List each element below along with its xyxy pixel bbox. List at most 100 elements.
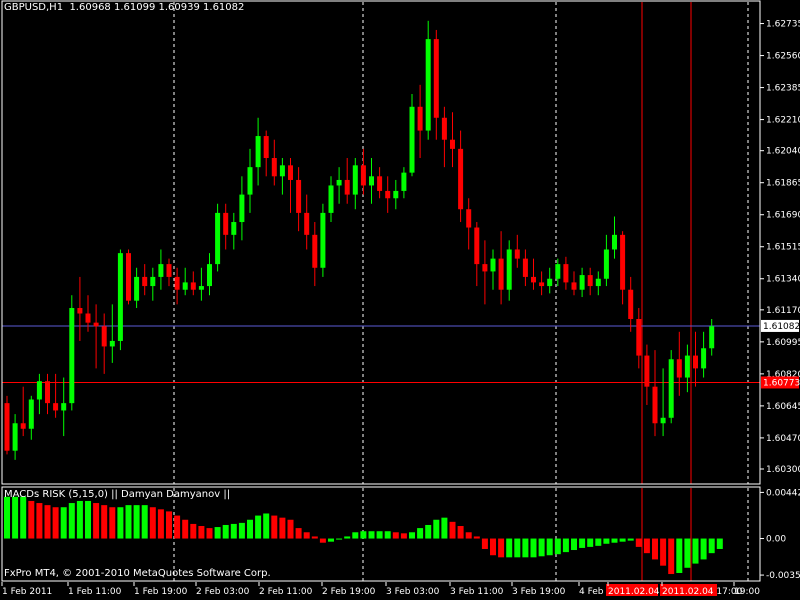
candle-body (587, 275, 593, 287)
price-tick-label: 1.60300 (766, 465, 800, 475)
price-tick-label: 1.61865 (766, 179, 800, 189)
time-label: 1 Feb 11:00 (68, 587, 122, 597)
macd-bar (700, 538, 707, 560)
candle-body (263, 136, 269, 159)
candle-body (693, 355, 698, 369)
macd-bar (328, 538, 334, 542)
candle-body (150, 276, 156, 287)
candle-body (668, 359, 674, 418)
candle-body (20, 423, 26, 429)
macd-bar (441, 517, 448, 539)
macd-bar (271, 515, 278, 539)
macd-bar (36, 503, 43, 539)
macd-bar (230, 523, 237, 539)
candle-body (514, 249, 520, 259)
candle-body (401, 172, 407, 191)
candle-body (522, 258, 528, 277)
macd-bar (214, 527, 221, 539)
price-tick-label: 1.62210 (766, 116, 800, 126)
macd-bar (425, 524, 432, 539)
candle-body (215, 212, 221, 265)
candle-body (12, 423, 18, 451)
macd-bar (619, 538, 626, 542)
macd-bar (190, 523, 197, 539)
macd-bar (303, 532, 310, 539)
candle-body (676, 359, 682, 378)
macd-bar (473, 536, 480, 539)
macd-bar (352, 532, 359, 539)
candle-body (53, 403, 59, 411)
macd-bar (546, 538, 553, 556)
candle-body (612, 234, 617, 250)
macd-bar (360, 531, 367, 539)
macd-bar (4, 496, 10, 539)
macd-tick-label: 0.00442 (766, 488, 800, 498)
time-label: 3 Feb 11:00 (450, 587, 504, 597)
candle-body (684, 355, 690, 378)
candle-body (182, 282, 188, 290)
macd-bar (247, 519, 253, 539)
candle-body (369, 176, 374, 186)
candle-body (45, 381, 50, 404)
candle-body (595, 278, 601, 287)
candle-body (85, 313, 91, 323)
time-label: 2 Feb 19:00 (322, 587, 376, 597)
candle-body (231, 222, 237, 235)
candle-body (417, 106, 423, 131)
macd-bar (295, 528, 302, 539)
macd-bar (263, 513, 270, 539)
candle-body (360, 165, 366, 186)
macd-bar (336, 538, 343, 540)
candle-body (409, 106, 415, 173)
macd-bar (206, 528, 213, 539)
price-tick-label: 1.61515 (766, 243, 800, 253)
candle-body (450, 139, 455, 149)
macd-bar (490, 538, 496, 556)
macd-bar (587, 538, 594, 547)
time-label: 1 Feb 19:00 (134, 587, 188, 597)
time-label: 19:00 (734, 587, 760, 597)
candle-body (539, 282, 545, 287)
candle-body (603, 249, 609, 279)
macd-bar (392, 532, 399, 539)
candle-body (652, 386, 658, 424)
macd-bar (76, 500, 83, 539)
macd-bar (384, 531, 391, 539)
candle-body (547, 278, 553, 287)
macd-title: MACDs RISK (5,15,0) || Damyan Damyanov |… (4, 489, 231, 500)
macd-bar (85, 500, 91, 539)
candle-body (660, 417, 666, 424)
time-label: 2 Feb 03:00 (196, 587, 250, 597)
price-tick-label: 1.62040 (766, 147, 800, 157)
macd-bar (238, 522, 245, 539)
macd-bar (530, 538, 537, 558)
candle-body (636, 318, 642, 356)
macd-bar (166, 511, 172, 539)
macd-bar (319, 538, 326, 543)
candle-body (555, 264, 561, 279)
candle-body (352, 165, 358, 195)
macd-bar (595, 538, 602, 546)
macd-bar (125, 505, 132, 539)
macd-bar (255, 515, 262, 539)
candle-body (628, 289, 634, 319)
candle-body (385, 190, 391, 199)
macd-bar (611, 538, 618, 543)
candle-body (28, 399, 34, 429)
candle-body (336, 179, 342, 186)
candle-body (271, 158, 277, 177)
candle-body (36, 381, 42, 400)
candle-body (61, 403, 67, 411)
candle-body (101, 326, 107, 347)
candle-body (190, 282, 196, 290)
candle-body (166, 264, 172, 277)
macd-bar (109, 507, 116, 539)
macd-bar (562, 538, 569, 553)
candle-body (109, 340, 115, 347)
macd-bar (481, 538, 488, 549)
macd-bar (522, 538, 529, 558)
candle-body (344, 179, 350, 195)
macd-bar (643, 538, 650, 554)
candle-body (117, 253, 123, 341)
macd-bar (708, 538, 715, 554)
